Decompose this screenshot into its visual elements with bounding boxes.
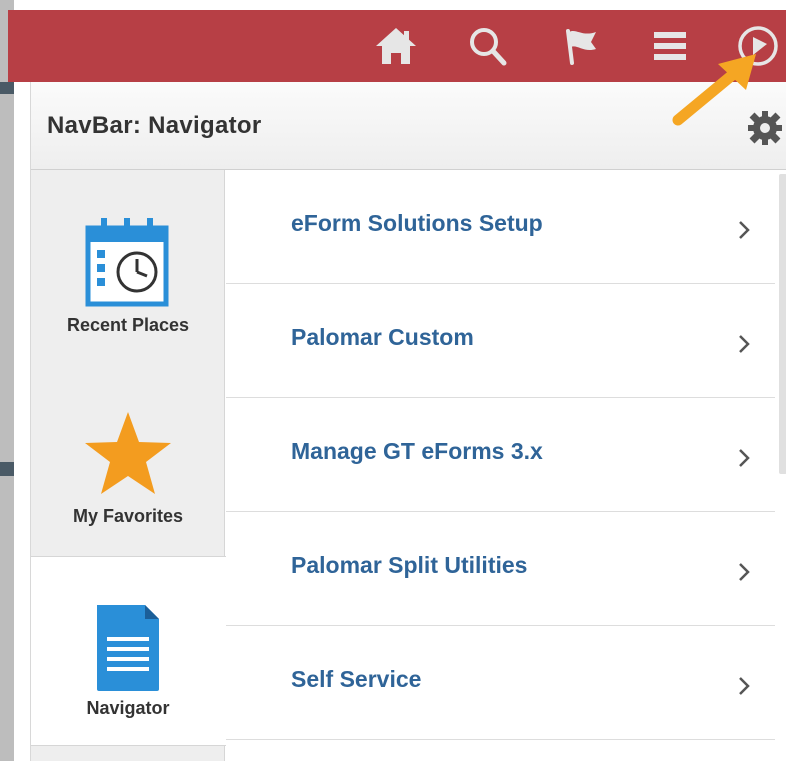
scrollbar[interactable]: [779, 174, 786, 474]
list-item[interactable]: eForm Solutions Setup: [226, 170, 775, 284]
list-item[interactable]: Self Service: [226, 626, 775, 740]
chevron-right-icon: [739, 677, 750, 695]
rail-label: Recent Places: [66, 315, 190, 335]
chevron-right-icon: [739, 221, 750, 239]
background-block: [0, 82, 14, 94]
list-item-label: Palomar Custom: [291, 324, 474, 350]
list-item-label: Manage GT eForms 3.x: [291, 438, 543, 464]
flag-button[interactable]: [556, 24, 604, 68]
document-icon: [97, 605, 159, 691]
chevron-right-icon: [739, 563, 750, 581]
navigator-menu-list: eForm Solutions Setup Palomar Custom Man…: [226, 170, 775, 761]
list-item-label: Self Service: [291, 666, 422, 692]
calendar-clock-icon: [85, 218, 169, 307]
chevron-right-icon: [739, 335, 750, 353]
list-item[interactable]: Palomar Custom: [226, 284, 775, 398]
home-button[interactable]: [372, 24, 420, 68]
search-button[interactable]: [464, 24, 512, 68]
background-page: [0, 0, 14, 761]
chevron-right-icon: [739, 449, 750, 467]
category-rail: Recent Places My Favorites Navigator: [31, 170, 226, 761]
rail-label: Navigator: [86, 698, 170, 718]
rail-item-recent-places[interactable]: Recent Places: [31, 170, 225, 360]
rail-item-my-favorites[interactable]: My Favorites: [31, 360, 225, 556]
flag-icon: [566, 29, 596, 65]
rail-item-navigator[interactable]: Navigator: [31, 556, 226, 746]
star-icon: [85, 412, 171, 494]
annotation-arrow-icon: [672, 54, 756, 126]
rail-label: My Favorites: [72, 506, 184, 526]
search-icon: [470, 28, 507, 66]
list-item-label: eForm Solutions Setup: [291, 210, 543, 236]
background-block: [0, 462, 14, 476]
home-icon: [376, 28, 416, 64]
page-title: NavBar: Navigator: [47, 112, 262, 139]
list-item[interactable]: Palomar Split Utilities: [226, 512, 775, 626]
list-item-label: Palomar Split Utilities: [291, 552, 528, 578]
navbar-panel: NavBar: Navigator Recent Places My Favor…: [30, 82, 786, 761]
list-item[interactable]: Manage GT eForms 3.x: [226, 398, 775, 512]
